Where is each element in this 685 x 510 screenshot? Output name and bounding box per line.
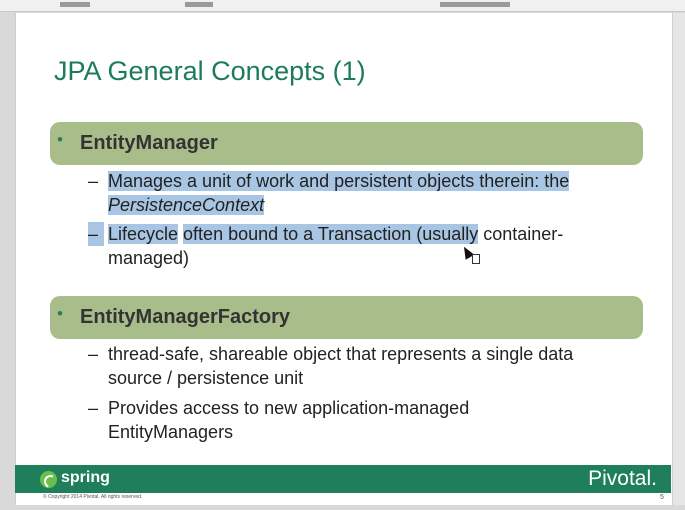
list-item-text: thread-safe, shareable object that repre…: [108, 344, 574, 364]
list-item-text: Provides access to new application-manag…: [108, 398, 470, 418]
pivotal-logo-text: Pivotal.: [588, 467, 657, 490]
section-band-entitymanager: • EntityManager: [50, 122, 643, 165]
slide-footer: spring Pivotal.: [15, 465, 671, 493]
section-band-entitymanagerfactory: • EntityManagerFactory: [50, 296, 643, 339]
toolbar-mark: [440, 2, 510, 7]
copyright-text: © Copyright 2014 Pivotal. All rights res…: [43, 494, 143, 500]
toolbar-mark: [60, 2, 90, 7]
toolbar-mark: [185, 2, 213, 7]
list-item-text: EntityManagers: [108, 422, 234, 442]
list-item-text: Manages a unit of work and persistent ob…: [108, 171, 570, 191]
window-edge: [671, 13, 685, 505]
spring-leaf-icon: [40, 471, 57, 488]
dash-icon: –: [88, 398, 99, 418]
list-item-text: container-: [478, 224, 564, 244]
section-heading: EntityManager: [80, 132, 218, 154]
drag-document-icon: [472, 254, 480, 264]
list-item-text: source / persistence unit: [108, 368, 304, 388]
list-item-text: Lifecycle: [108, 224, 179, 244]
top-toolbar: [0, 0, 685, 12]
bullet-icon: •: [57, 304, 63, 323]
list-item-text: managed): [108, 248, 190, 268]
list-item-text: PersistenceContext: [108, 195, 265, 215]
page-number: 5: [660, 494, 664, 501]
spring-logo-text: spring: [61, 469, 110, 486]
list-item-text: often bound to a Transaction (usually: [183, 224, 479, 244]
slide: JPA General Concepts (1) • EntityManager…: [15, 13, 673, 505]
section-heading: EntityManagerFactory: [80, 306, 291, 328]
dash-icon: –: [88, 344, 99, 364]
slide-title: JPA General Concepts (1): [54, 56, 366, 86]
bullet-icon: •: [57, 130, 63, 149]
dash-icon: –: [88, 222, 104, 246]
dash-icon: –: [88, 171, 99, 191]
